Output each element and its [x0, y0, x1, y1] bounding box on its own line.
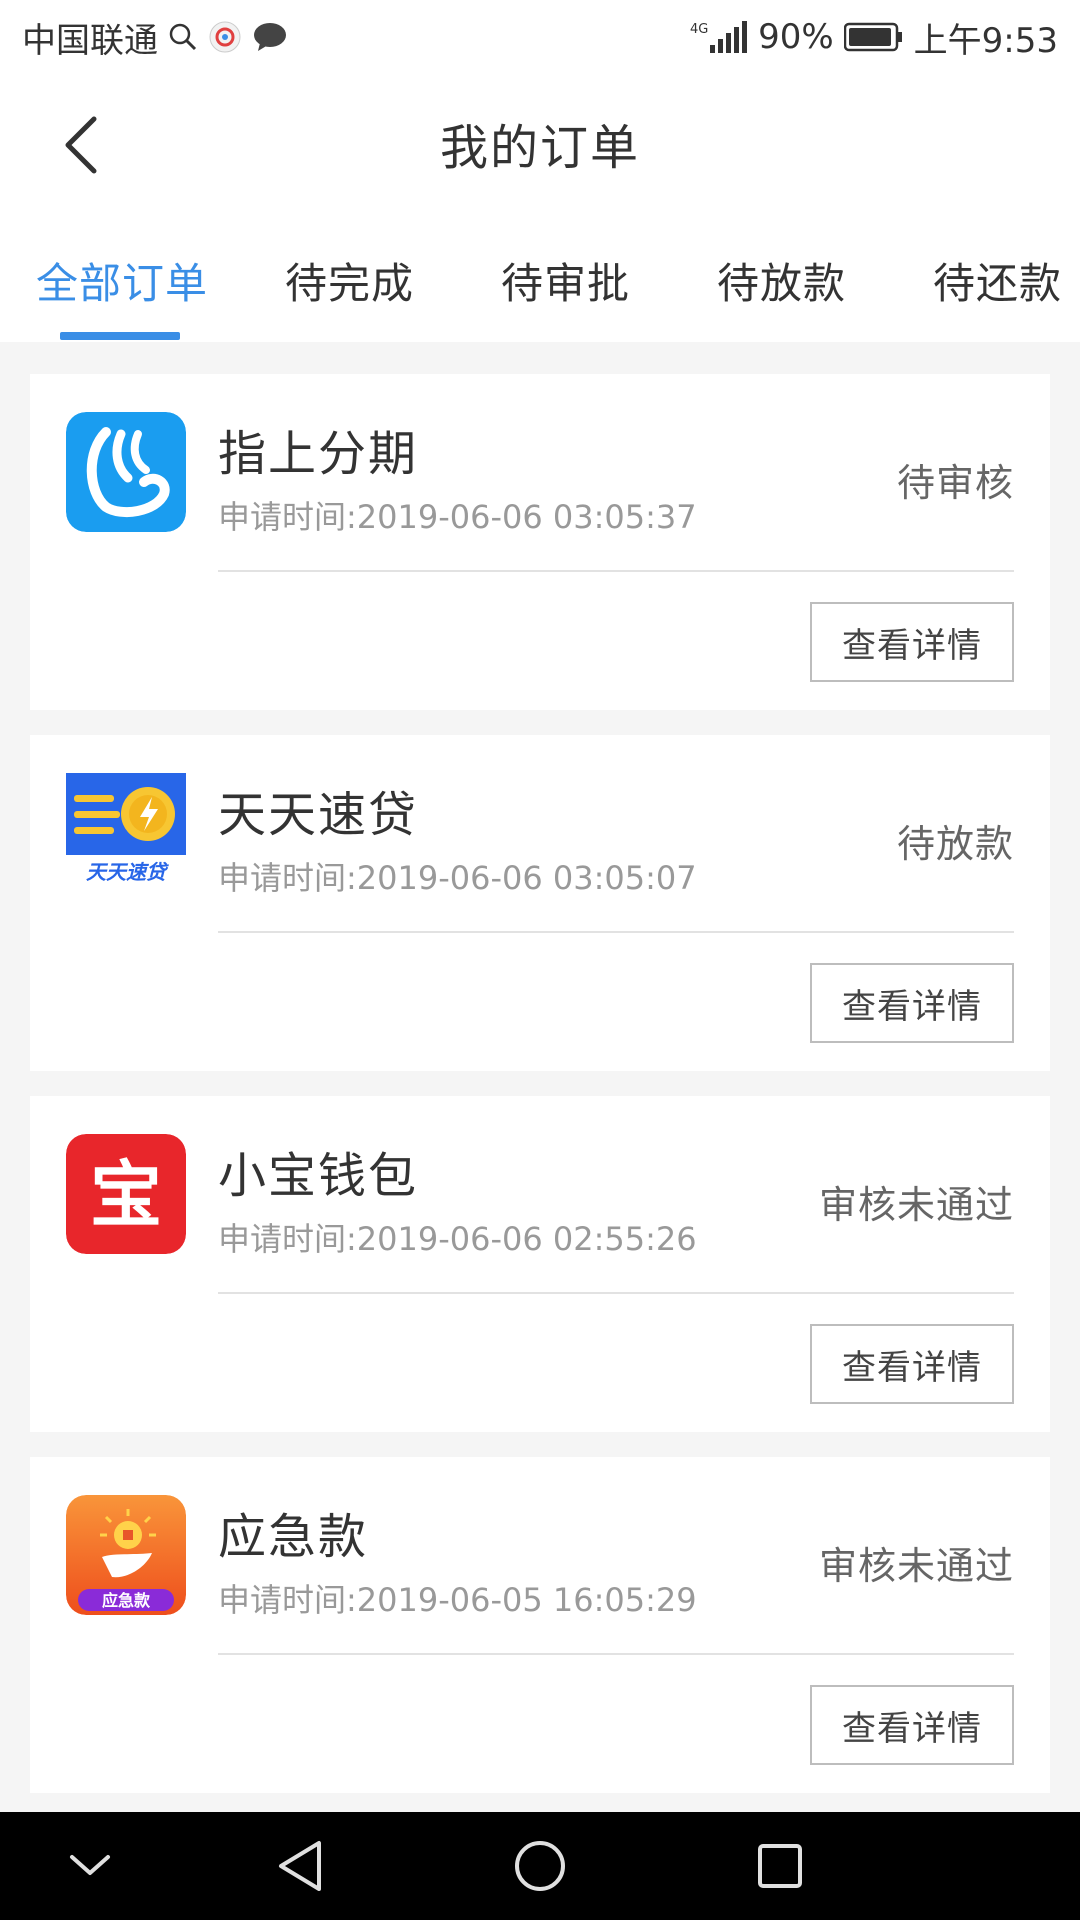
status-bar: 中国联通 4G 90% 上午9:53 [0, 0, 1080, 74]
divider [218, 1292, 1014, 1294]
battery-icon [843, 22, 904, 52]
status-right: 4G 90% 上午9:53 [688, 13, 1058, 62]
view-details-button[interactable]: 查看详情 [810, 963, 1014, 1043]
apply-time: 申请时间:2019-06-05 16:05:29 [218, 1581, 697, 1619]
tiantian-logo-text: 天天速贷 [86, 860, 169, 884]
recents-square-icon [758, 1844, 802, 1888]
order-card[interactable]: 应急款 应急款 申请时间:2019-06-05 16:05:29 审核未通过 查… [30, 1457, 1050, 1793]
collapse-icon [70, 1855, 110, 1875]
status-badge: 审核未通过 [818, 1183, 1014, 1227]
tab-pending-disbursement[interactable]: 待放款 [717, 250, 846, 311]
divider [218, 1653, 1014, 1655]
order-card[interactable]: 指上分期 申请时间:2019-06-06 03:05:37 待审核 查看详情 [30, 374, 1050, 710]
app-notification-icon [208, 20, 242, 54]
status-badge: 审核未通过 [818, 1544, 1014, 1588]
tab-pending-completion[interactable]: 待完成 [285, 250, 414, 311]
message-icon [252, 21, 288, 53]
order-card[interactable]: 天天速贷 天天速贷 申请时间:2019-06-06 03:05:07 待放款 查… [30, 735, 1050, 1071]
view-details-button[interactable]: 查看详情 [810, 1324, 1014, 1404]
divider [218, 931, 1014, 933]
battery-percent: 90% [758, 17, 834, 57]
collapse-button[interactable] [60, 1836, 120, 1896]
yingjikuan-logo-text: 应急款 [102, 1591, 151, 1610]
product-name: 应急款 [218, 1509, 369, 1565]
xiaobao-logo-text: 宝 [90, 1153, 162, 1237]
view-details-button[interactable]: 查看详情 [810, 602, 1014, 682]
chevron-left-icon [65, 116, 97, 174]
apply-time: 申请时间:2019-06-06 03:05:37 [218, 498, 697, 536]
page-title: 我的订单 [439, 120, 640, 176]
system-nav-bar [0, 1812, 1080, 1920]
back-button[interactable] [50, 110, 110, 180]
home-circle-icon [515, 1841, 565, 1891]
nav-recents-button[interactable] [750, 1836, 810, 1896]
order-tabs: 全部订单 待完成 待审批 待放款 待还款 [0, 212, 1080, 342]
network-label: 4G [690, 22, 708, 37]
header: 我的订单 [0, 74, 1080, 212]
back-triangle-icon [279, 1841, 321, 1891]
order-card[interactable]: 宝 小宝钱包 申请时间:2019-06-06 02:55:26 审核未通过 查看… [30, 1096, 1050, 1432]
yingjikuan-logo-icon: 应急款 [66, 1495, 186, 1615]
apply-time: 申请时间:2019-06-06 02:55:26 [218, 1220, 697, 1258]
status-badge: 待审核 [896, 461, 1014, 505]
tiantian-logo-icon: 天天速贷 [66, 773, 186, 893]
tab-pending-approval[interactable]: 待审批 [501, 250, 630, 311]
nav-home-button[interactable] [510, 1836, 570, 1896]
apply-time: 申请时间:2019-06-06 03:05:07 [218, 859, 697, 897]
signal-icon: 4G [688, 19, 748, 55]
view-details-button[interactable]: 查看详情 [810, 1685, 1014, 1765]
active-tab-indicator [60, 332, 180, 340]
product-name: 指上分期 [218, 426, 419, 482]
clock: 上午9:53 [913, 20, 1058, 61]
divider [218, 570, 1014, 572]
nav-back-button[interactable] [270, 1836, 330, 1896]
zhishang-logo-icon [66, 412, 186, 532]
product-name: 天天速贷 [218, 787, 419, 843]
search-icon [168, 22, 198, 52]
tab-all-orders[interactable]: 全部订单 [36, 250, 208, 311]
product-name: 小宝钱包 [218, 1148, 419, 1204]
status-badge: 待放款 [896, 822, 1014, 866]
carrier-label: 中国联通 [22, 20, 158, 61]
status-left: 中国联通 [22, 13, 288, 62]
xiaobao-logo-icon: 宝 [66, 1134, 186, 1254]
tab-pending-repayment[interactable]: 待还款 [933, 250, 1062, 311]
